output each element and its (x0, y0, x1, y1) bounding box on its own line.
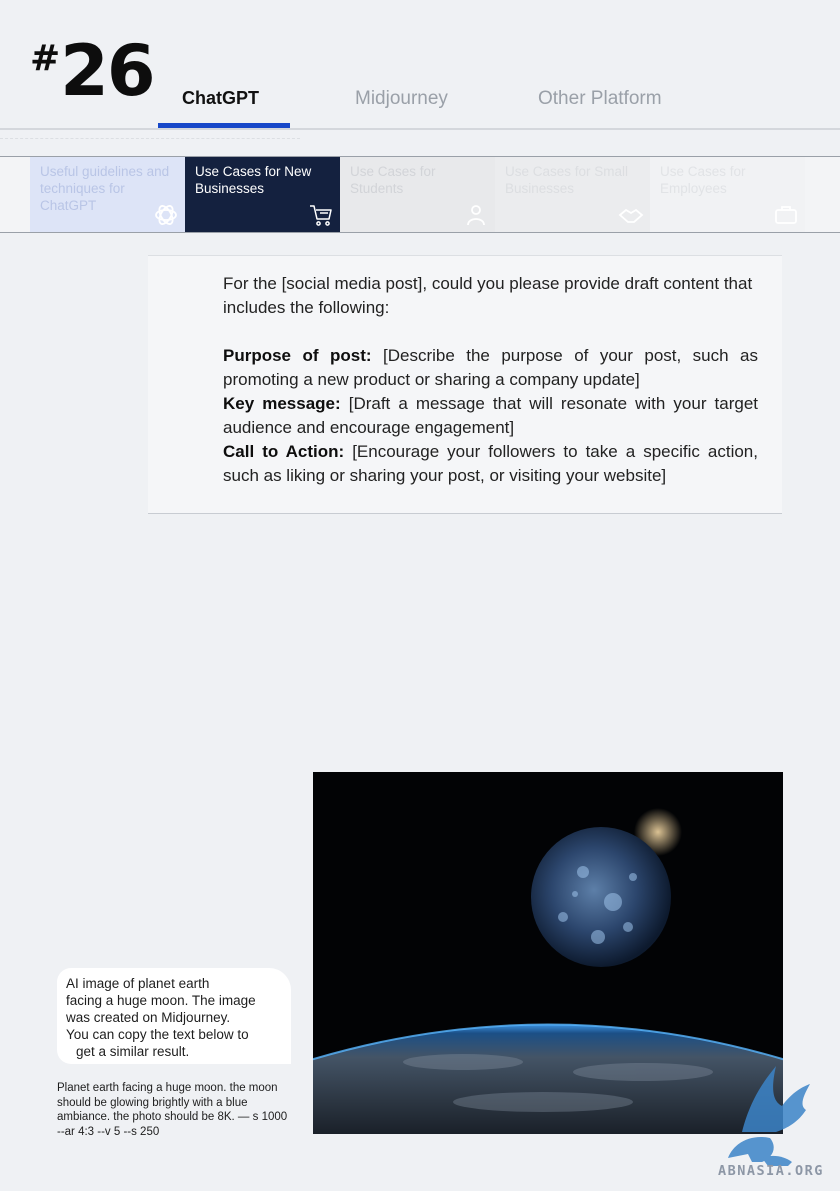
caption-line: get a similar result. (76, 1044, 190, 1059)
caption-line: AI image of planet earth (66, 976, 210, 991)
dashed-divider (0, 138, 300, 139)
tab-divider (0, 128, 840, 130)
prompt-item: Key message: [Draft a message that will … (223, 392, 758, 440)
category-label: Useful guidelines and techniques for Cha… (40, 164, 170, 213)
midjourney-prompt-text: Planet earth facing a huge moon. the moo… (57, 1082, 288, 1138)
caption-line: was created on Midjourney. (66, 1010, 231, 1025)
prompt-intro: For the [social media post], could you p… (223, 274, 753, 317)
category-employees[interactable]: Use Cases for Employees (650, 157, 805, 232)
category-small-businesses[interactable]: Use Cases for Small Businesses (495, 157, 650, 232)
page-number: #26 (30, 30, 156, 112)
tab-midjourney[interactable]: Midjourney (355, 88, 448, 114)
category-label: Use Cases for Employees (660, 164, 746, 196)
category-strip: Useful guidelines and techniques for Cha… (0, 156, 840, 233)
prompt-box: For the [social media post], could you p… (148, 255, 782, 514)
category-new-businesses[interactable]: Use Cases for New Businesses (185, 157, 340, 232)
caption-line: You can copy the text below to (66, 1027, 249, 1042)
prompt-item: Purpose of post: [Describe the purpose o… (223, 344, 758, 392)
tab-other-platform[interactable]: Other Platform (538, 88, 662, 114)
prompt-item-label: Key message: (223, 394, 341, 413)
openai-icon (155, 205, 177, 225)
cart-icon (310, 205, 332, 226)
page-number-value: 26 (60, 30, 155, 112)
category-label: Use Cases for Students (350, 164, 436, 196)
tab-chatgpt[interactable]: ChatGPT (182, 88, 259, 114)
briefcase-icon (775, 206, 797, 224)
handshake-icon (618, 208, 644, 223)
watermark-text: ABNASIA.ORG (718, 1163, 824, 1179)
category-label: Use Cases for New Businesses (195, 164, 312, 196)
category-label: Use Cases for Small Businesses (505, 164, 629, 196)
prompt-item-label: Purpose of post: (223, 346, 372, 365)
category-students[interactable]: Use Cases for Students (340, 157, 495, 232)
prompt-content: For the [social media post], could you p… (223, 272, 758, 488)
student-icon (467, 205, 485, 226)
caption-line: facing a huge moon. The image (66, 993, 256, 1008)
category-guidelines[interactable]: Useful guidelines and techniques for Cha… (30, 157, 185, 232)
page-number-hash: # (30, 38, 61, 79)
prompt-item-label: Call to Action: (223, 442, 345, 461)
prompt-item: Call to Action: [Encourage your follower… (223, 440, 758, 488)
image-caption: AI image of planet earth facing a huge m… (57, 968, 291, 1064)
